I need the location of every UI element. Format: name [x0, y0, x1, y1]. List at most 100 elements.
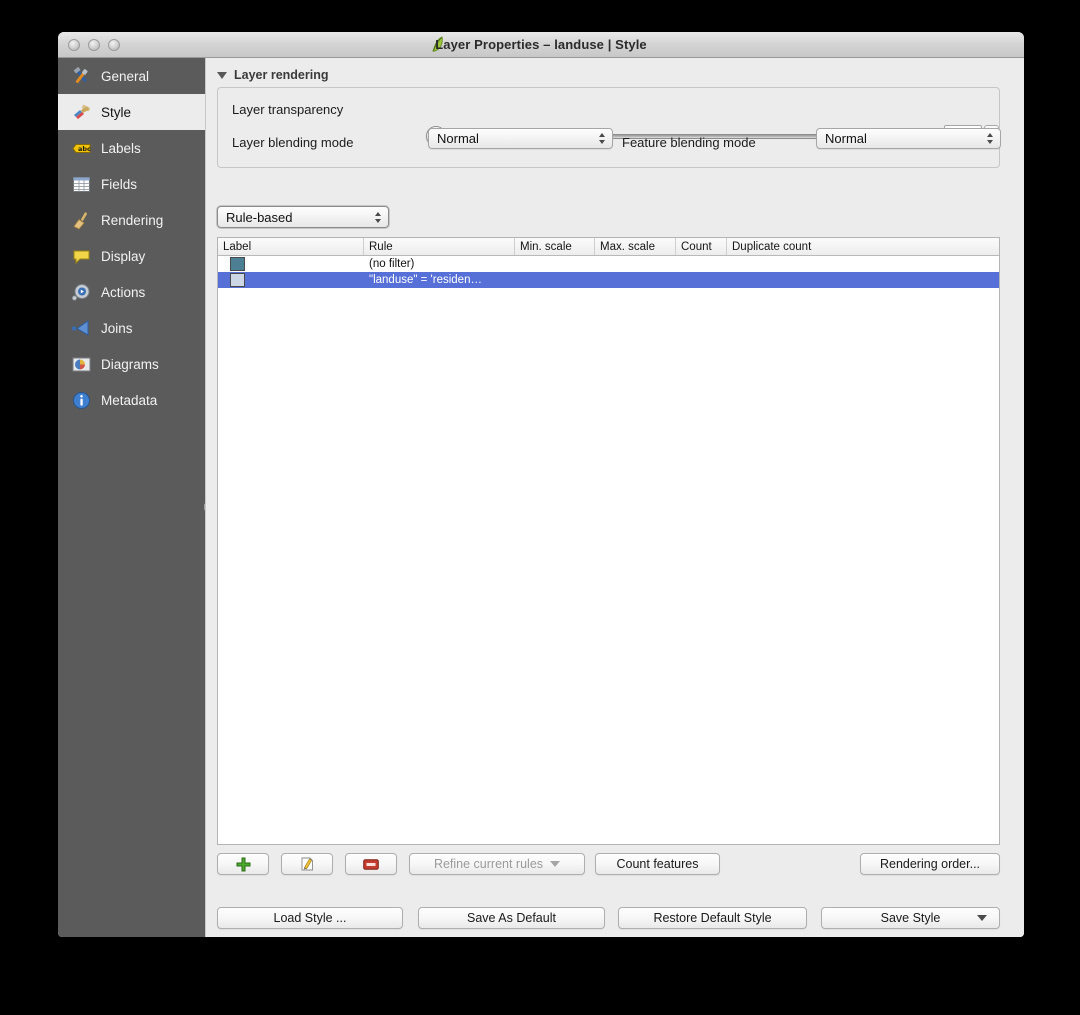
- rendering-order-button[interactable]: Rendering order...: [860, 853, 1000, 875]
- column-header-rule[interactable]: Rule: [364, 238, 515, 255]
- gear-play-icon: [70, 281, 92, 303]
- rule-max-scale: [595, 272, 676, 288]
- rules-table[interactable]: Label Rule Min. scale Max. scale Count D…: [217, 237, 1000, 845]
- pencil-edit-icon: [301, 857, 313, 871]
- layer-rendering-group-header[interactable]: Layer rendering: [217, 68, 328, 82]
- layer-blending-mode-label: Layer blending mode: [232, 135, 354, 150]
- refine-current-rules-button[interactable]: Refine current rules: [409, 853, 585, 875]
- layer-rendering-title: Layer rendering: [234, 68, 329, 82]
- column-header-count[interactable]: Count: [676, 238, 727, 255]
- rule-symbol-swatch[interactable]: [230, 257, 245, 271]
- load-style-label: Load Style ...: [273, 911, 347, 925]
- sidebar-item-label: Display: [101, 248, 146, 264]
- edit-rule-button[interactable]: [281, 853, 333, 875]
- count-features-button[interactable]: Count features: [595, 853, 720, 875]
- speech-bubble-icon: [70, 245, 92, 267]
- renderer-type-value: Rule-based: [226, 209, 293, 225]
- rules-table-header: Label Rule Min. scale Max. scale Count D…: [218, 238, 999, 256]
- table-row[interactable]: (no filter): [218, 256, 999, 272]
- rule-swatch-cell[interactable]: [218, 256, 364, 272]
- chevron-updown-icon: [375, 211, 381, 223]
- sidebar-item-actions[interactable]: Actions: [58, 274, 205, 310]
- layer-rendering-group: Layer transparency 0 Layer blending mode…: [217, 87, 1001, 168]
- save-as-default-button[interactable]: Save As Default: [418, 907, 605, 929]
- feature-blending-mode-select[interactable]: Normal: [816, 128, 1001, 149]
- paintbrush-icon: [70, 101, 92, 123]
- sidebar-item-joins[interactable]: Joins: [58, 310, 205, 346]
- chevron-down-icon: [550, 861, 561, 867]
- sidebar-item-display[interactable]: Display: [58, 238, 205, 274]
- layer-blending-mode-value: Normal: [437, 131, 479, 146]
- minimize-button[interactable]: [88, 38, 100, 51]
- sidebar-item-label: Style: [101, 104, 132, 120]
- table-grid-icon: [70, 173, 92, 195]
- dialog-body: General Style abc Labels Fields Renderin…: [58, 58, 1024, 937]
- pie-chart-icon: [70, 353, 92, 375]
- restore-default-style-label: Restore Default Style: [653, 911, 772, 925]
- layer-transparency-label: Layer transparency: [232, 102, 344, 117]
- rule-count: [676, 272, 727, 288]
- feature-blending-mode-label: Feature blending mode: [622, 135, 756, 150]
- red-minus-icon: [363, 858, 379, 870]
- svg-text:abc: abc: [78, 145, 91, 153]
- sidebar-item-label: Fields: [101, 176, 138, 192]
- column-header-max-scale[interactable]: Max. scale: [595, 238, 676, 255]
- layer-properties-dialog: Layer Properties – landuse | Style Gener…: [58, 32, 1024, 937]
- rule-symbol-swatch[interactable]: [230, 273, 245, 287]
- remove-rule-button[interactable]: [345, 853, 397, 875]
- chevron-updown-icon: [599, 133, 605, 144]
- column-header-label[interactable]: Label: [218, 238, 364, 255]
- sidebar-item-label: Actions: [101, 284, 146, 300]
- rule-min-scale: [515, 272, 595, 288]
- style-panel: Layer rendering Layer transparency 0 Lay…: [205, 58, 1024, 937]
- sidebar-item-label: Labels: [101, 140, 141, 156]
- zoom-button[interactable]: [108, 38, 120, 51]
- save-style-button[interactable]: Save Style: [821, 907, 1000, 929]
- rendering-order-label: Rendering order...: [879, 857, 981, 871]
- refine-current-rules-label: Refine current rules: [433, 857, 544, 871]
- join-arrow-icon: [70, 317, 92, 339]
- green-plus-icon: [236, 857, 250, 871]
- sidebar-item-fields[interactable]: Fields: [58, 166, 205, 202]
- close-button[interactable]: [68, 38, 80, 51]
- sidebar-item-label: General: [101, 68, 150, 84]
- add-rule-button[interactable]: [217, 853, 269, 875]
- sidebar-item-label: Joins: [101, 320, 133, 336]
- column-header-duplicate-count[interactable]: Duplicate count: [727, 238, 847, 255]
- chevron-down-icon: [977, 915, 987, 921]
- count-features-label: Count features: [616, 857, 699, 871]
- sidebar-item-style[interactable]: Style: [58, 94, 205, 130]
- rule-expression: (no filter): [369, 258, 415, 270]
- category-sidebar: General Style abc Labels Fields Renderin…: [58, 58, 212, 937]
- hammer-screwdriver-icon: [70, 65, 92, 87]
- sidebar-item-general[interactable]: General: [58, 58, 205, 94]
- abc-label-icon: abc: [70, 137, 92, 159]
- broom-icon: [70, 209, 92, 231]
- restore-default-style-button[interactable]: Restore Default Style: [618, 907, 807, 929]
- rule-expression: "landuse" = 'residen…: [369, 274, 482, 286]
- sidebar-item-diagrams[interactable]: Diagrams: [58, 346, 205, 382]
- window-controls: [68, 38, 120, 51]
- sidebar-item-labels[interactable]: abc Labels: [58, 130, 205, 166]
- window-title: Layer Properties – landuse | Style: [435, 37, 647, 52]
- rule-max-scale: [595, 256, 676, 272]
- sidebar-item-metadata[interactable]: Metadata: [58, 382, 205, 418]
- info-circle-icon: [70, 389, 92, 411]
- rule-min-scale: [515, 256, 595, 272]
- rule-duplicate-count: [727, 256, 847, 272]
- table-row[interactable]: "landuse" = 'residen…: [218, 272, 999, 288]
- column-header-min-scale[interactable]: Min. scale: [515, 238, 595, 255]
- sidebar-item-label: Diagrams: [101, 356, 159, 372]
- chevron-down-icon: [217, 71, 227, 79]
- sidebar-item-label: Rendering: [101, 212, 164, 228]
- renderer-type-select[interactable]: Rule-based: [217, 206, 389, 228]
- rule-swatch-cell[interactable]: [218, 272, 364, 288]
- layer-blending-mode-select[interactable]: Normal: [428, 128, 613, 149]
- save-style-label: Save Style: [880, 911, 941, 925]
- save-as-default-label: Save As Default: [467, 911, 556, 925]
- chevron-updown-icon: [987, 133, 993, 144]
- load-style-button[interactable]: Load Style ...: [217, 907, 403, 929]
- rule-duplicate-count: [727, 272, 847, 288]
- title-bar: Layer Properties – landuse | Style: [58, 32, 1024, 58]
- sidebar-item-rendering[interactable]: Rendering: [58, 202, 205, 238]
